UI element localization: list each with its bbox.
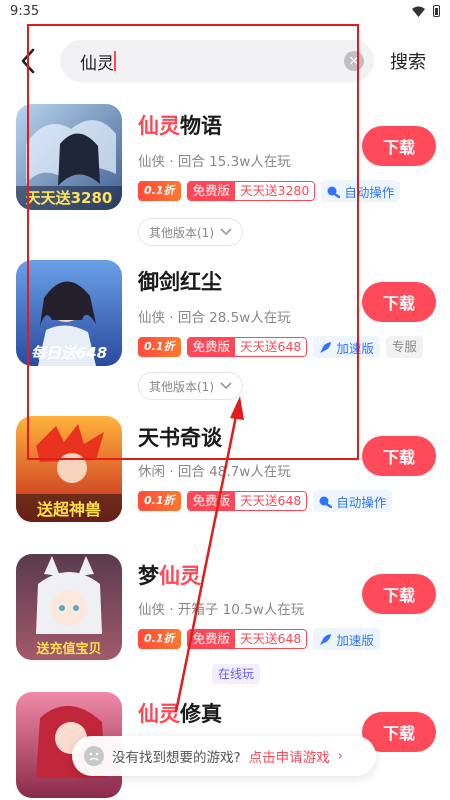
online-play-tag: 在线玩: [212, 664, 261, 684]
game-cover-art: 每日送648: [16, 260, 122, 366]
game-cover-art: 送充值宝贝: [16, 554, 122, 660]
game-tags: 0.1折 免费版 天天送3280 自动操作: [138, 180, 401, 202]
download-button[interactable]: 下载: [362, 282, 436, 322]
rocket-icon: [320, 341, 332, 353]
chevron-right-icon: ›: [337, 748, 344, 764]
feature-tag: 自动操作: [313, 490, 393, 512]
title-highlight: 仙灵: [138, 114, 180, 138]
gift-label: 天天送3280: [235, 182, 315, 200]
close-icon: ×: [348, 53, 360, 69]
game-title[interactable]: 仙灵物语: [138, 110, 222, 140]
feature-tag: 自动操作: [321, 180, 401, 202]
request-game-link[interactable]: 点击申请游戏: [249, 746, 330, 766]
game-meta: 仙侠 · 开箱子 10.5w人在玩: [138, 602, 305, 618]
free-version-tag: 免费版 天天送648: [186, 629, 308, 649]
game-meta: 仙侠 · 回合 15.3w人在玩: [138, 154, 291, 170]
discount-badge: 0.1折: [138, 629, 181, 649]
search-input[interactable]: [80, 51, 320, 71]
title-rest: 物语: [180, 114, 222, 138]
feature-tag: 加速版: [313, 336, 380, 358]
game-title[interactable]: 梦仙灵: [138, 560, 201, 590]
battery-icon: [433, 5, 440, 17]
game-cover[interactable]: 送超神兽: [16, 416, 122, 522]
cover-text: 送超神兽: [36, 500, 101, 519]
cover-text: 每日送648: [31, 344, 107, 362]
game-cover[interactable]: 每日送648: [16, 260, 122, 366]
status-bar: 9:35: [0, 0, 450, 22]
game-cover-art: 天天送3280: [16, 104, 122, 210]
other-versions-button[interactable]: 其他版本(1): [138, 372, 243, 400]
game-meta: 仙侠 · 回合 28.5w人在玩: [138, 310, 291, 326]
status-time: 9:35: [10, 3, 40, 19]
game-title[interactable]: 御剑红尘: [138, 266, 222, 296]
search-box[interactable]: ×: [60, 40, 374, 82]
chevron-down-icon: [220, 382, 232, 390]
game-cover[interactable]: 天天送3280: [16, 104, 122, 210]
gift-label: 天天送648: [235, 492, 307, 510]
game-tags: 0.1折 免费版 天天送648 加速版: [138, 628, 380, 650]
feature-tag: 加速版: [313, 628, 380, 650]
game-title[interactable]: 天书奇谈: [138, 422, 222, 452]
cover-text: 送充值宝贝: [35, 641, 101, 657]
gift-label: 天天送648: [235, 630, 307, 648]
free-version-tag: 免费版 天天送648: [186, 337, 308, 357]
free-version-tag: 免费版 天天送3280: [186, 181, 316, 201]
game-tags: 0.1折 免费版 天天送648 自动操作: [138, 490, 393, 512]
title-highlight: 仙灵: [159, 564, 201, 588]
title-highlight: 仙灵: [138, 702, 180, 726]
feature-label: 自动操作: [336, 494, 387, 510]
other-versions-label: 其他版本(1): [149, 379, 214, 394]
auto-icon: [319, 496, 333, 508]
chevron-down-icon: [220, 228, 232, 236]
other-versions-button[interactable]: 其他版本(1): [138, 218, 243, 246]
other-versions-label: 其他版本(1): [149, 225, 214, 240]
free-label: 免费版: [187, 630, 236, 648]
discount-badge: 0.1折: [138, 337, 181, 357]
download-button[interactable]: 下载: [362, 574, 436, 614]
clear-search-button[interactable]: ×: [344, 51, 364, 71]
back-button[interactable]: [14, 44, 42, 78]
game-meta: 休闲 · 回合 48.7w人在玩: [138, 464, 291, 480]
discount-badge: 0.1折: [138, 491, 181, 511]
rocket-icon: [320, 633, 332, 645]
text-caret: [114, 51, 116, 71]
feature-label: 加速版: [336, 632, 374, 648]
cover-text: 天天送3280: [26, 189, 113, 207]
free-version-tag: 免费版 天天送648: [186, 491, 308, 511]
discount-badge: 0.1折: [138, 181, 181, 201]
game-cover-art: 送超神兽: [16, 416, 122, 522]
exclusive-server-tag: 专服: [385, 336, 423, 358]
request-game-bar[interactable]: 没有找到想要的游戏? 点击申请游戏 ›: [72, 736, 376, 776]
feature-label: 加速版: [336, 340, 374, 356]
game-cover[interactable]: 送充值宝贝: [16, 554, 122, 660]
free-label: 免费版: [187, 338, 236, 356]
feature-label: 自动操作: [344, 184, 395, 200]
auto-icon: [327, 186, 341, 198]
free-label: 免费版: [187, 182, 236, 200]
status-icons: [412, 5, 440, 17]
title-rest: 修真: [180, 702, 222, 726]
wifi-icon: [412, 6, 425, 17]
free-label: 免费版: [187, 492, 236, 510]
sad-face-icon: [84, 746, 104, 766]
game-title[interactable]: 仙灵修真: [138, 698, 222, 728]
search-button[interactable]: 搜索: [390, 48, 426, 74]
request-game-text: 没有找到想要的游戏?: [112, 750, 241, 766]
search-bar: × 搜索: [0, 38, 450, 84]
gift-label: 天天送648: [235, 338, 307, 356]
back-arrow-icon: [21, 48, 35, 74]
title-prefix: 梦: [138, 564, 159, 588]
download-button[interactable]: 下载: [362, 126, 436, 166]
game-tags: 0.1折 免费版 天天送648 加速版 专服: [138, 336, 423, 358]
download-button[interactable]: 下载: [362, 436, 436, 476]
